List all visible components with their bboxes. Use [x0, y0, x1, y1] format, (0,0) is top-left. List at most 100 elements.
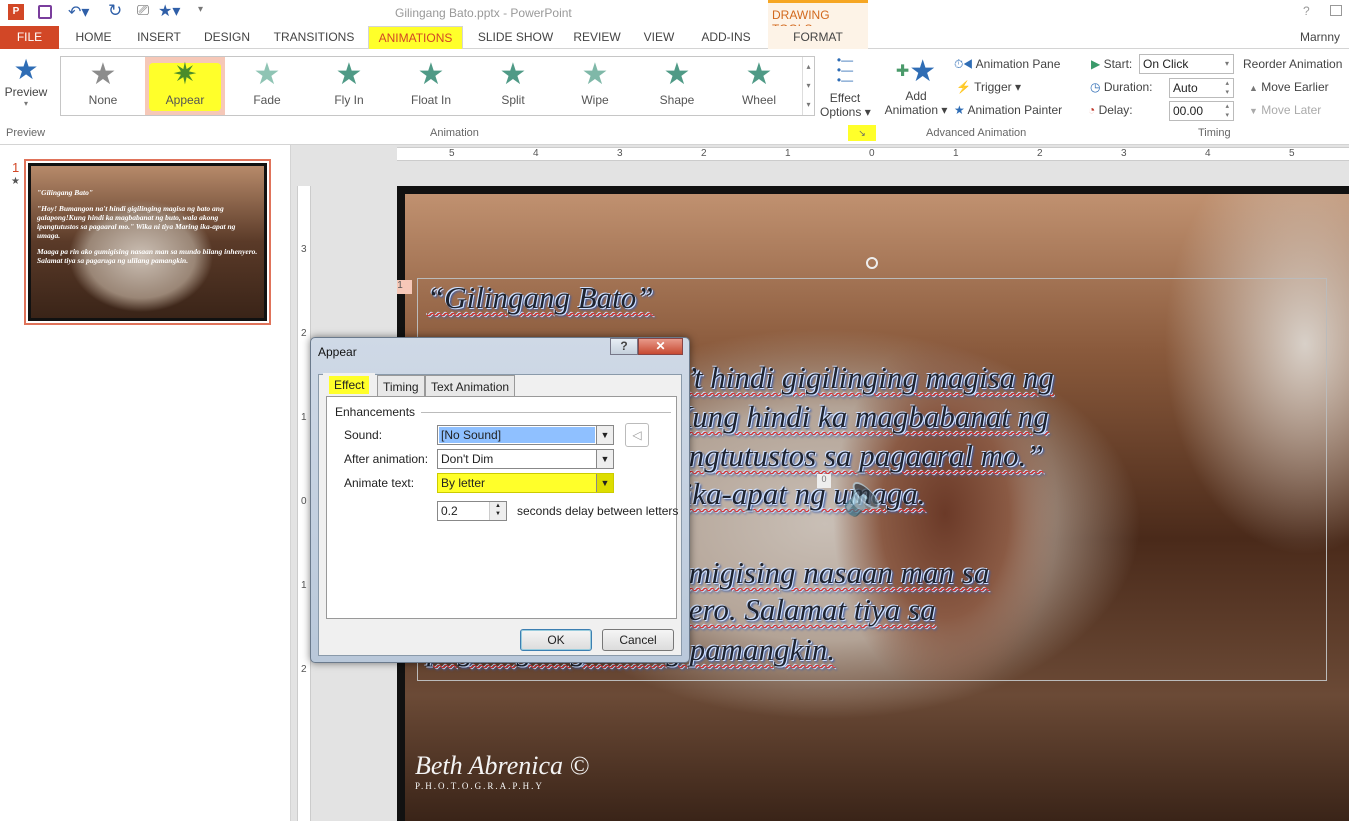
wheel-star-icon: ★	[745, 58, 773, 91]
tab-effect[interactable]: Effect	[323, 373, 376, 397]
duration-label: ◷ Duration:	[1090, 80, 1153, 94]
preview-group-label: Preview	[6, 127, 46, 139]
animation-label: Shape	[659, 93, 695, 107]
animation-appear[interactable]: ✷ Appear	[145, 57, 225, 115]
slide-number: 1	[12, 160, 20, 175]
cancel-button[interactable]: Cancel	[602, 629, 674, 651]
tab-add-ins[interactable]: ADD-INS	[692, 26, 760, 49]
trigger-button[interactable]: ⚡ Trigger ▾	[956, 80, 1021, 94]
ok-button[interactable]: OK	[520, 629, 592, 651]
sound-volume-button[interactable]: ◁	[625, 423, 649, 447]
tab-file[interactable]: FILE	[0, 26, 59, 49]
animation-fade[interactable]: ★ Fade	[227, 57, 307, 115]
tab-insert[interactable]: INSERT	[130, 26, 188, 49]
animation-pane-button[interactable]: ⏱◀ Animation Pane	[954, 57, 1060, 72]
play-icon: ▶	[1091, 57, 1101, 71]
tab-review[interactable]: REVIEW	[568, 26, 626, 49]
undo-icon[interactable]: ↶▾	[68, 2, 89, 22]
letter-delay-spinner[interactable]: 0.2 ▲ ▼	[437, 501, 507, 521]
animate-text-select[interactable]: By letter ▼	[437, 473, 614, 493]
tab-design[interactable]: DESIGN	[197, 26, 257, 49]
sound-animation-tag[interactable]: 0	[817, 474, 831, 488]
customize-qat-icon[interactable]: ▾	[198, 4, 203, 15]
dialog-help-button[interactable]: ?	[610, 338, 638, 355]
clock-icon: ◷	[1090, 80, 1101, 94]
ruler-tick-label: 3	[301, 244, 307, 255]
animation-none[interactable]: ★ None	[63, 57, 143, 115]
tab-transitions[interactable]: TRANSITIONS	[268, 26, 360, 49]
animate-text-label: Animate text:	[344, 476, 415, 490]
tab-format[interactable]: FORMAT	[768, 26, 868, 49]
start-select[interactable]: On Click ▾	[1139, 54, 1234, 74]
vertical-ruler: 3 2 1 0 1 2	[297, 186, 311, 821]
animation-group-label: Animation	[430, 127, 479, 139]
delay-clock-icon: ◔	[1088, 103, 1096, 117]
animation-painter-button[interactable]: ★ Animation Painter	[954, 103, 1062, 117]
add-animation-label: Add	[905, 89, 927, 103]
appear-dialog: Appear ? ✕ Effect Timing Text Animation …	[310, 337, 690, 663]
dialog-close-button[interactable]: ✕	[638, 338, 683, 355]
user-name[interactable]: Marnny	[1300, 26, 1349, 49]
move-earlier-button[interactable]: ▲ Move Earlier	[1249, 80, 1329, 94]
slide-thumbnail-1[interactable]: "Gilingang Bato" "Hoy! Bumangon na't hin…	[24, 159, 271, 325]
effect-options-icon: •— •— •—	[836, 53, 854, 87]
start-label: ▶ Start:	[1091, 57, 1133, 71]
ruler-tick-label: 2	[301, 328, 307, 339]
ruler-tick-label: 2	[301, 664, 307, 675]
sound-select[interactable]: [No Sound] ▼	[437, 425, 614, 445]
animation-label: Fly In	[334, 93, 364, 107]
move-later-button[interactable]: ▼ Move Later	[1249, 103, 1321, 117]
ribbon-display-icon[interactable]	[1330, 5, 1342, 16]
add-animation-button[interactable]: ✚★ Add Animation ▾	[882, 55, 950, 117]
delay-spinner[interactable]: 00.00 ▴ ▾	[1169, 101, 1234, 121]
slide-title: “Gilingang Bato”	[427, 280, 654, 315]
advanced-animation-group-label: Advanced Animation	[926, 127, 1027, 139]
enhancements-heading: Enhancements	[335, 405, 416, 419]
tab-animations[interactable]: ANIMATIONS	[368, 26, 463, 49]
speaker-icon[interactable]: 🔈	[842, 471, 892, 518]
ruler-tick-label: 3	[1121, 148, 1127, 159]
redo-icon[interactable]: ↻	[108, 1, 122, 21]
start-from-beginning-icon[interactable]: ⎚	[137, 2, 149, 19]
preview-button[interactable]: ★ Preview ▾	[4, 55, 48, 109]
ruler-tick-label: 4	[1205, 148, 1211, 159]
tab-home[interactable]: HOME	[66, 26, 121, 49]
animation-shape[interactable]: ★ Shape	[637, 57, 717, 115]
animation-wipe[interactable]: ★ Wipe	[555, 57, 635, 115]
animation-float-in[interactable]: ★ Float In	[391, 57, 471, 115]
animation-indicator-icon: ★	[11, 176, 20, 187]
tab-slide-show[interactable]: SLIDE SHOW	[473, 26, 558, 49]
ruler-tick-label: 4	[533, 148, 539, 159]
ruler-tick-label: 5	[1289, 148, 1295, 159]
animation-wheel[interactable]: ★ Wheel	[719, 57, 799, 115]
rotate-handle[interactable]	[866, 257, 878, 269]
tab-timing[interactable]: Timing	[377, 375, 425, 397]
tab-view[interactable]: VIEW	[636, 26, 682, 49]
appear-star-icon: ✷	[172, 58, 198, 91]
effect-options-button[interactable]: •— •— •— Effect Options ▾	[820, 53, 871, 119]
add-animation-icon: ✚★	[895, 55, 937, 88]
animation-fly-in[interactable]: ★ Fly In	[309, 57, 389, 115]
after-animation-select[interactable]: Don't Dim ▼	[437, 449, 614, 469]
animation-gallery: ▴ ▾ ▾ ★ None ✷ Appear ★ Fade ★ Fly In ★ Float In ★ Sp…	[60, 56, 815, 116]
animation-label: None	[88, 93, 118, 107]
gallery-scroll[interactable]: ▴ ▾ ▾	[802, 57, 814, 115]
ribbon: ★ Preview ▾ Preview ▴ ▾ ▾ ★ None ✷ Appear ★ Fad…	[0, 49, 1349, 145]
lightning-icon: ⚡	[956, 80, 971, 94]
ruler-tick-label: 1	[953, 148, 959, 159]
save-icon[interactable]	[38, 5, 52, 19]
animation-split[interactable]: ★ Split	[473, 57, 553, 115]
ruler-tick-label: 2	[1037, 148, 1043, 159]
ruler-tick-label: 5	[449, 148, 455, 159]
preview-label: Preview	[4, 85, 48, 99]
duration-spinner[interactable]: Auto ▴ ▾	[1169, 78, 1234, 98]
tab-text-animation[interactable]: Text Animation	[425, 375, 516, 397]
none-star-icon: ★	[89, 58, 117, 91]
animation-dialog-launcher[interactable]: ↘	[848, 125, 876, 141]
animation-pane-icon: ⏱◀	[954, 57, 973, 71]
after-animation-label: After animation:	[344, 452, 429, 466]
animation-star-icon[interactable]: ★▾	[158, 1, 180, 21]
tab-panel: Enhancements Sound: [No Sound] ▼ ◁ After …	[326, 396, 678, 619]
help-icon[interactable]: ?	[1303, 4, 1310, 18]
animation-order-tag[interactable]: 1	[397, 280, 412, 294]
